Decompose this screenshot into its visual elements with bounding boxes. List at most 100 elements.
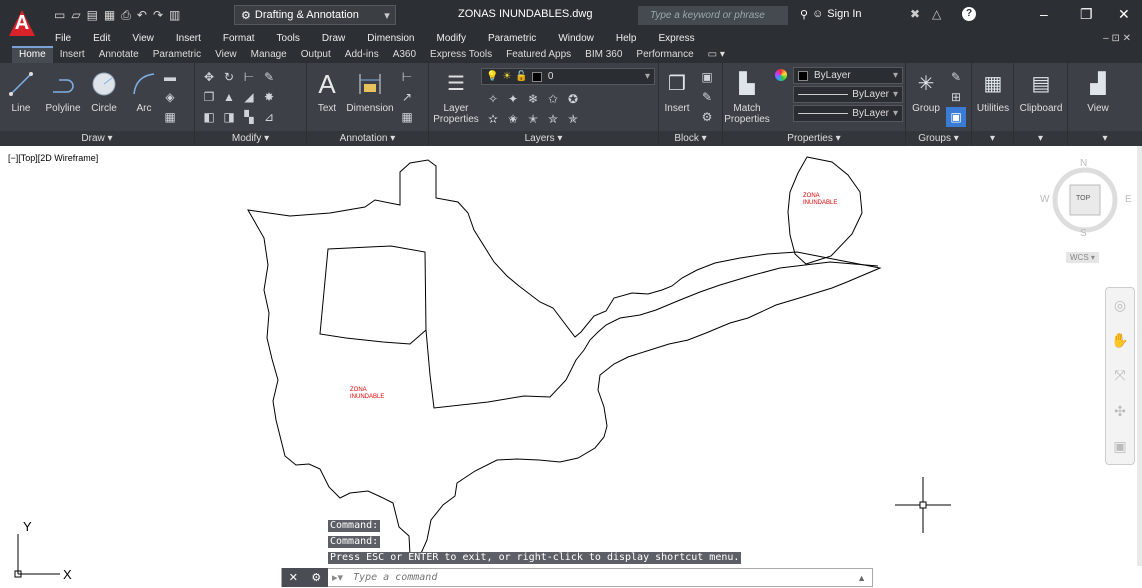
table-icon[interactable]: ▦ bbox=[160, 107, 180, 127]
linetype-dropdown[interactable]: ByLayer ▾ bbox=[793, 86, 903, 103]
layer-walk-icon[interactable]: ✬ bbox=[503, 109, 523, 129]
viewport-controls[interactable]: [−][Top][2D Wireframe] bbox=[8, 153, 98, 163]
menu-dimension[interactable]: Dimension bbox=[356, 31, 425, 46]
layer-delete-icon[interactable]: ✮ bbox=[543, 109, 563, 129]
annotation-panel-title[interactable]: Annotation ▾ bbox=[307, 131, 428, 146]
close-button[interactable]: ✕ bbox=[1118, 6, 1130, 23]
layer-freeze-icon[interactable]: ❄ bbox=[523, 89, 543, 109]
command-history-toggle[interactable]: ▲ bbox=[851, 573, 872, 583]
color-dropdown[interactable]: ByLayer ▾ bbox=[793, 67, 903, 84]
utilities-panel-expand[interactable]: ▾ bbox=[972, 131, 1013, 146]
sign-in-button[interactable]: ⚲ ☺ Sign In bbox=[800, 8, 862, 21]
tab-home[interactable]: Home bbox=[12, 46, 53, 63]
tab-express-tools[interactable]: Express Tools bbox=[423, 46, 499, 63]
text-button[interactable]: A Text bbox=[309, 69, 345, 115]
command-input[interactable] bbox=[347, 569, 852, 586]
utilities-button[interactable]: ▦ Utilities bbox=[972, 69, 1014, 115]
clipboard-button[interactable]: ▤ Clipboard bbox=[1016, 69, 1066, 115]
leader-icon[interactable]: ⊢ bbox=[397, 67, 417, 87]
steering-wheel-icon[interactable]: ◎ bbox=[1114, 297, 1126, 314]
rotate-icon[interactable]: ↻ bbox=[219, 67, 239, 87]
menu-edit[interactable]: Edit bbox=[82, 31, 121, 46]
new-icon[interactable]: ▭ bbox=[54, 8, 65, 22]
tab-a360[interactable]: A360 bbox=[386, 46, 423, 63]
layer-dropdown[interactable]: 💡 ☀ 🔓 0 ▾ bbox=[481, 68, 655, 85]
tab-performance[interactable]: Performance bbox=[629, 46, 700, 63]
edit-block-icon[interactable]: ✎ bbox=[697, 87, 717, 107]
dimension-button[interactable]: Dimension bbox=[343, 69, 397, 114]
offset-icon[interactable]: ⊿ bbox=[259, 107, 279, 127]
layer-current-icon[interactable]: ✫ bbox=[483, 109, 503, 129]
create-block-icon[interactable]: ▣ bbox=[697, 67, 717, 87]
layer-properties-button[interactable]: ☰ Layer Properties bbox=[431, 69, 481, 126]
view-button[interactable]: ▟ View bbox=[1076, 69, 1120, 115]
search-input[interactable]: Type a keyword or phrase bbox=[638, 6, 788, 25]
a360-icon[interactable]: △ bbox=[932, 7, 941, 21]
hatch-icon[interactable]: ◈ bbox=[160, 87, 180, 107]
layer-icon[interactable]: ▥ bbox=[169, 8, 180, 22]
undo-icon[interactable]: ↶ bbox=[137, 8, 147, 22]
group-edit-icon[interactable]: ⊞ bbox=[946, 87, 966, 107]
group-button[interactable]: ✳ Group bbox=[908, 69, 944, 115]
draw-panel-title[interactable]: Draw ▾ bbox=[0, 131, 194, 146]
recent-commands-icon[interactable]: ▸▾ bbox=[328, 571, 347, 584]
layers-panel-title[interactable]: Layers ▾ bbox=[429, 131, 658, 146]
customize-icon[interactable]: ⚙ bbox=[311, 571, 321, 584]
viewcube[interactable]: TOP N S E W WCS ▾ bbox=[1040, 158, 1136, 268]
compass-east[interactable]: E bbox=[1125, 194, 1132, 205]
save-icon[interactable]: ▤ bbox=[87, 8, 98, 22]
save-as-icon[interactable]: ▦ bbox=[104, 8, 115, 22]
tab-parametric[interactable]: Parametric bbox=[146, 46, 208, 63]
layer-match-icon[interactable]: ✪ bbox=[563, 89, 583, 109]
tab-output[interactable]: Output bbox=[294, 46, 338, 63]
array-icon[interactable]: ▚ bbox=[239, 107, 259, 127]
tab-bim-360[interactable]: BIM 360 bbox=[578, 46, 629, 63]
mirror-icon[interactable]: ▲ bbox=[219, 87, 239, 107]
tab-annotate[interactable]: Annotate bbox=[92, 46, 146, 63]
lineweight-dropdown[interactable]: ByLayer ▾ bbox=[793, 105, 903, 122]
compass-north[interactable]: N bbox=[1080, 158, 1087, 169]
menu-file[interactable]: File bbox=[44, 31, 82, 46]
menu-window[interactable]: Window bbox=[547, 31, 605, 46]
close-icon[interactable]: ✕ bbox=[289, 571, 298, 584]
showmotion-icon[interactable]: ▣ bbox=[1113, 438, 1126, 455]
group-select-icon[interactable]: ▣ bbox=[946, 107, 966, 127]
stretch-icon[interactable]: ◧ bbox=[199, 107, 219, 127]
match-properties-button[interactable]: ▙ Match Properties bbox=[724, 69, 770, 126]
menu-view[interactable]: View bbox=[121, 31, 165, 46]
menu-draw[interactable]: Draw bbox=[311, 31, 356, 46]
scale-icon[interactable]: ◨ bbox=[219, 107, 239, 127]
line-button[interactable]: Line bbox=[2, 69, 40, 114]
trim-icon[interactable]: ⊢ bbox=[239, 67, 259, 87]
tab-view[interactable]: View bbox=[208, 46, 244, 63]
circle-button[interactable]: Circle bbox=[82, 69, 126, 114]
wcs-menu[interactable]: WCS ▾ bbox=[1066, 252, 1099, 263]
redo-icon[interactable]: ↷ bbox=[153, 8, 163, 22]
insert-button[interactable]: ❒ Insert bbox=[659, 69, 695, 115]
open-icon[interactable]: ▱ bbox=[71, 8, 80, 22]
attribute-icon[interactable]: ⚙ bbox=[697, 107, 717, 127]
layer-isolate-icon[interactable]: ✦ bbox=[503, 89, 523, 109]
groups-panel-title[interactable]: Groups ▾ bbox=[906, 131, 971, 146]
table-icon[interactable]: ▦ bbox=[397, 107, 417, 127]
restore-button[interactable]: ❐ bbox=[1080, 6, 1093, 23]
polyline-button[interactable]: Polyline bbox=[40, 69, 86, 114]
ribbon-minimize-icon[interactable]: ▭ ▾ bbox=[701, 46, 732, 63]
menu-modify[interactable]: Modify bbox=[426, 31, 477, 46]
tab-add-ins[interactable]: Add-ins bbox=[338, 46, 386, 63]
fillet-icon[interactable]: ◢ bbox=[239, 87, 259, 107]
viewcube-top-face[interactable]: TOP bbox=[1076, 195, 1090, 202]
zoom-extents-icon[interactable]: ⤧ bbox=[1114, 367, 1125, 384]
move-icon[interactable]: ✥ bbox=[199, 67, 219, 87]
document-window-controls[interactable]: – ⊡ ✕ bbox=[1092, 31, 1142, 46]
vertical-scrollbar[interactable] bbox=[1137, 146, 1142, 566]
menu-help[interactable]: Help bbox=[605, 31, 648, 46]
properties-panel-title[interactable]: Properties ▾ bbox=[723, 131, 905, 146]
ungroup-icon[interactable]: ✎ bbox=[946, 67, 966, 87]
drawing-canvas[interactable]: ZONA INUNDABLE ZONA INUNDABLE Y X bbox=[0, 146, 1142, 588]
menu-format[interactable]: Format bbox=[212, 31, 266, 46]
application-menu-button[interactable]: A bbox=[0, 0, 44, 46]
view-panel-expand[interactable]: ▾ bbox=[1068, 131, 1142, 146]
compass-west[interactable]: W bbox=[1040, 194, 1049, 205]
plot-icon[interactable]: ⎙ bbox=[121, 8, 131, 23]
